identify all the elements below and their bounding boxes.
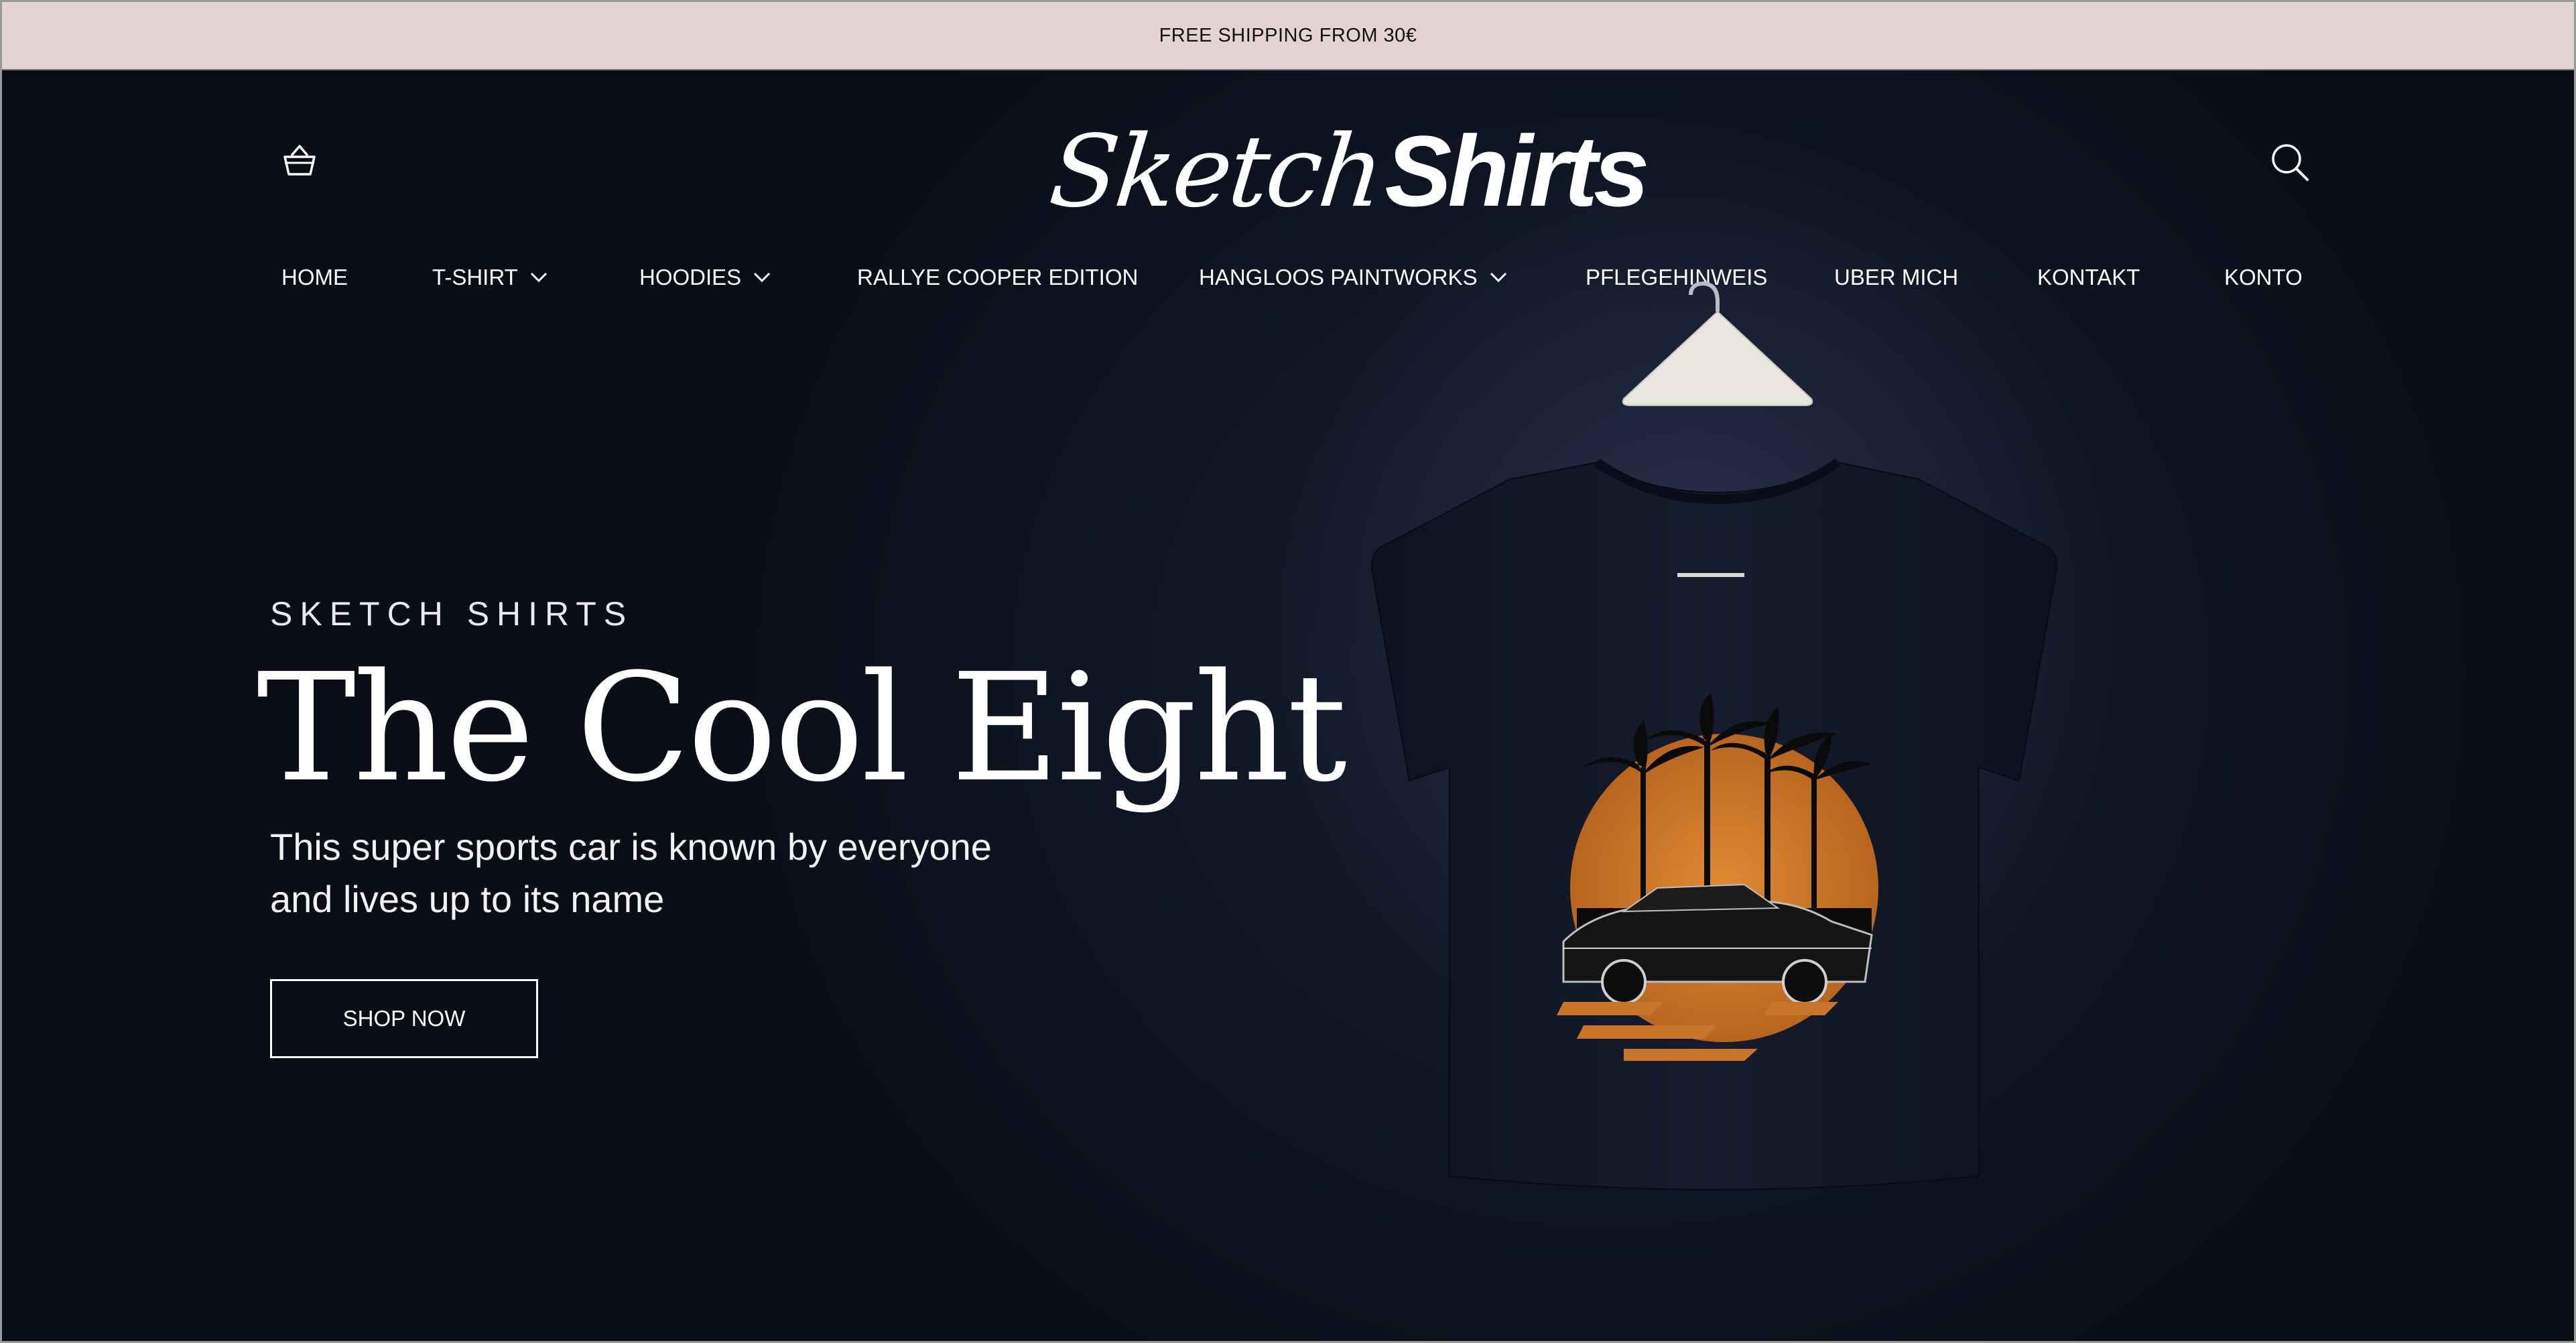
brand-logo[interactable]: Sketch Shirts [1045, 107, 1649, 229]
nav-item-konto[interactable]: KONTO [2224, 265, 2303, 290]
nav-item-home[interactable]: HOME [281, 265, 348, 290]
nav-label: T-SHIRT [432, 265, 518, 290]
hero-subtitle: This super sports car is known by everyo… [270, 821, 1074, 925]
hero-eyebrow: SKETCH SHIRTS [270, 595, 634, 633]
hero-title: The Cool Eight [257, 642, 1347, 815]
nav-label: RALLYE COOPER EDITION [857, 265, 1139, 290]
logo-script-text: Sketch [1044, 114, 1387, 229]
nav-label: KONTO [2224, 265, 2303, 290]
nav-item-rallye-cooper-edition[interactable]: RALLYE COOPER EDITION [857, 265, 1138, 290]
chevron-down-icon [530, 272, 547, 283]
basket-icon[interactable] [279, 141, 320, 181]
nav-label: HOODIES [639, 265, 742, 290]
nav-label: HOME [281, 265, 348, 290]
announcement-text: FREE SHIPPING FROM 30€ [1159, 24, 1417, 46]
search-icon[interactable] [2268, 141, 2311, 184]
hero-subtitle-line: This super sports car is known by everyo… [270, 826, 992, 868]
chevron-down-icon [754, 272, 771, 283]
page: FREE SHIPPING FROM 30€ Sketch Shirts HOM… [0, 0, 2576, 1343]
announcement-bar: FREE SHIPPING FROM 30€ [2, 2, 2574, 70]
hero-subtitle-line: and lives up to its name [270, 878, 665, 920]
hero-section: Sketch Shirts HOME T-SHIRT HOODIES RALLY… [2, 70, 2574, 1341]
nav-item-t-shirt[interactable]: T-SHIRT [432, 265, 548, 290]
hero-product-image [1248, 211, 2146, 1230]
shop-now-button[interactable]: SHOP NOW [270, 979, 538, 1058]
nav-item-hoodies[interactable]: HOODIES [639, 265, 771, 290]
logo-bold-text: Shirts [1384, 115, 1649, 227]
